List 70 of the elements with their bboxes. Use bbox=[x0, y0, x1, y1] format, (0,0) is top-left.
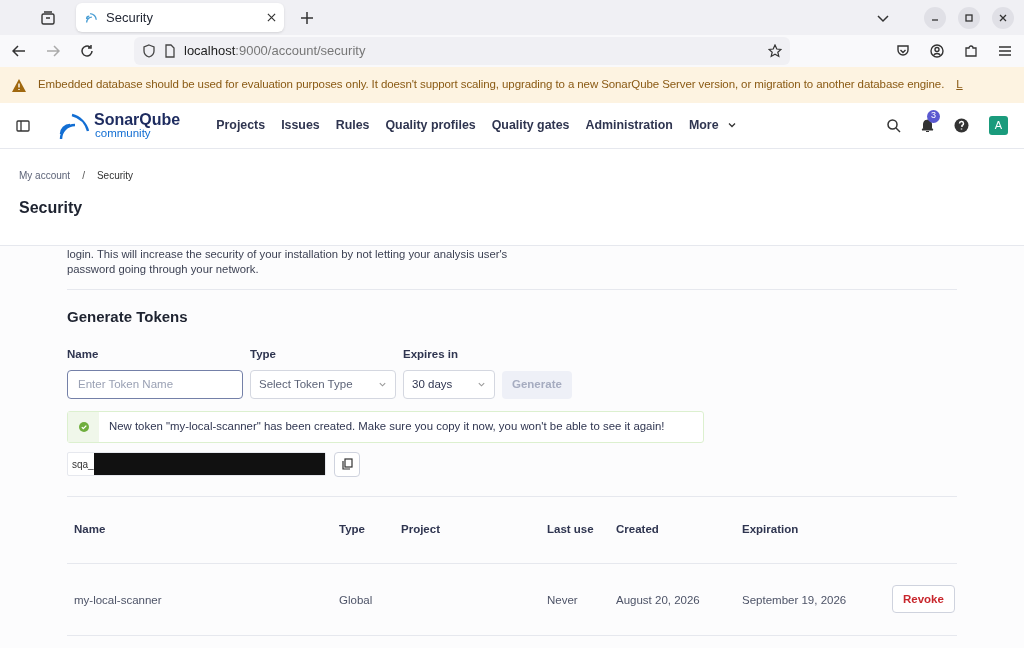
banner-link[interactable]: L bbox=[956, 76, 963, 94]
token-prefix: sqa_ bbox=[72, 457, 94, 472]
help-icon[interactable] bbox=[954, 118, 969, 133]
table-cell: my-local-scanner bbox=[74, 594, 162, 607]
warning-icon bbox=[12, 78, 26, 92]
column-header: Created bbox=[616, 522, 660, 538]
field-label: Name bbox=[67, 346, 100, 362]
token-value-field[interactable]: sqa_ bbox=[67, 452, 326, 477]
breadcrumb-link[interactable]: My account bbox=[19, 168, 71, 183]
nav-link[interactable]: More bbox=[688, 116, 737, 135]
signal-logo-icon bbox=[58, 111, 90, 140]
close-window-icon[interactable] bbox=[992, 6, 1014, 29]
sonarqube-logo[interactable]: SonarQube community bbox=[58, 111, 181, 140]
tab-list-icon[interactable] bbox=[40, 9, 56, 26]
nav-link[interactable]: Administration bbox=[585, 116, 673, 135]
column-header: Type bbox=[339, 522, 366, 538]
field-label: Expires in bbox=[403, 346, 459, 362]
nav-link[interactable]: Projects bbox=[216, 116, 266, 135]
section-title: Generate Tokens bbox=[67, 307, 189, 327]
column-header: Last use bbox=[547, 522, 595, 538]
banner-text: Embedded database should be used for evaluation purposes only. It doesn't support scaling, upgrading to a new SonarQube Server version, or migration to another database engine. bbox=[38, 77, 945, 93]
nav-link[interactable]: Quality profiles bbox=[385, 116, 476, 135]
search-icon[interactable] bbox=[887, 118, 901, 133]
token-type-select[interactable]: Select Token Type bbox=[250, 369, 396, 399]
sidebar-toggle-icon[interactable] bbox=[16, 118, 30, 133]
page-icon bbox=[164, 44, 176, 58]
notification-badge: 3 bbox=[927, 109, 940, 123]
minimize-window-icon[interactable] bbox=[924, 6, 946, 29]
nav-link[interactable]: Quality gates bbox=[491, 116, 570, 135]
column-header: Name bbox=[74, 522, 107, 538]
revoke-button[interactable]: Revoke bbox=[892, 585, 955, 614]
page-title: Security bbox=[19, 198, 84, 218]
check-circle-icon bbox=[78, 421, 89, 432]
column-header: Project bbox=[401, 522, 441, 538]
address-bar[interactable]: localhost:9000/account/security bbox=[134, 37, 790, 65]
table-cell: September 19, 2026 bbox=[742, 594, 847, 607]
alert-text: New token "my-local-scanner" has been created. Make sure you copy it now, you won't be able to see it again! bbox=[109, 419, 665, 435]
nav-link[interactable]: Issues bbox=[281, 116, 320, 135]
table-cell: Never bbox=[547, 594, 578, 607]
column-header: Expiration bbox=[742, 522, 800, 538]
logo-name: SonarQube bbox=[94, 111, 181, 128]
reload-icon[interactable] bbox=[80, 44, 94, 58]
new-tab-icon[interactable] bbox=[300, 10, 314, 25]
logo-edition: community bbox=[95, 127, 151, 140]
tab-title: Security bbox=[106, 8, 154, 27]
copy-button[interactable] bbox=[334, 451, 360, 477]
breadcrumb-current: Security bbox=[96, 169, 134, 183]
star-icon[interactable] bbox=[768, 44, 782, 58]
intro-text: password going through your network. bbox=[67, 262, 260, 277]
table-cell: August 20, 2026 bbox=[616, 594, 700, 607]
browser-tab[interactable]: Security bbox=[76, 3, 284, 32]
table-cell: Global bbox=[339, 594, 373, 607]
close-icon[interactable] bbox=[267, 13, 276, 22]
url-text: localhost:9000/account/security bbox=[184, 42, 367, 61]
bell-icon[interactable] bbox=[921, 118, 934, 133]
puzzle-icon[interactable] bbox=[964, 44, 978, 58]
intro-text: login. This will increase the security of your installation by not letting your analysis user's bbox=[67, 247, 509, 262]
shield-icon bbox=[142, 44, 156, 58]
copy-icon bbox=[341, 458, 353, 471]
back-icon[interactable] bbox=[12, 44, 26, 58]
token-name-field[interactable]: Enter Token Name bbox=[67, 369, 243, 399]
nav-link[interactable]: Rules bbox=[335, 116, 370, 135]
account-icon[interactable] bbox=[930, 44, 944, 58]
expires-select[interactable]: 30 days bbox=[403, 369, 495, 399]
signal-logo-icon bbox=[84, 10, 98, 25]
field-label: Type bbox=[250, 346, 277, 362]
pocket-icon[interactable] bbox=[896, 44, 910, 58]
breadcrumb-separator: / bbox=[82, 169, 85, 183]
menu-icon[interactable] bbox=[998, 44, 1012, 58]
maximize-window-icon[interactable] bbox=[958, 6, 980, 29]
